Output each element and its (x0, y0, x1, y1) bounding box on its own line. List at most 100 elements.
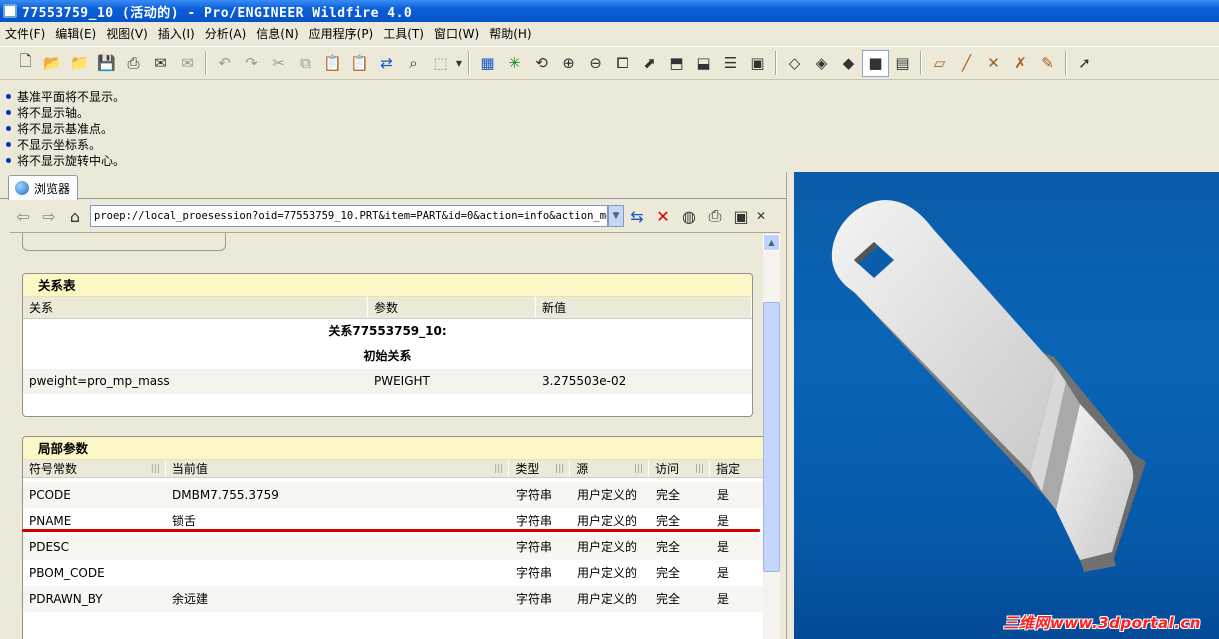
datum-axes-icon[interactable]: ╱ (953, 50, 980, 77)
table-row: PDRAWN_BY 余远建 字符串 用户定义的 完全 是 (23, 586, 774, 612)
dropdown-arrow-icon[interactable]: ▼ (454, 50, 464, 77)
menu-info[interactable]: 信息(N) (251, 23, 303, 45)
zoom-out-icon[interactable]: ⊖ (582, 50, 609, 77)
selection-filter-icon[interactable]: ⬚ (427, 50, 454, 77)
column-resize-icon[interactable]: ||| (634, 460, 643, 478)
no-hidden-icon[interactable]: ◆ (835, 50, 862, 77)
spin-center-icon[interactable]: ✳ (501, 50, 528, 77)
col-parameter[interactable]: 参数 (368, 297, 536, 318)
new-file-icon[interactable]: 🗋 (12, 50, 39, 77)
menu-analysis[interactable]: 分析(A) (200, 23, 252, 45)
col-relation[interactable]: 关系 (23, 297, 368, 318)
appearance-icon[interactable]: ▣ (744, 50, 771, 77)
menu-tools[interactable]: 工具(T) (378, 23, 429, 45)
parameter-cell: PWEIGHT (374, 374, 430, 388)
zoom-in-icon[interactable]: ⊕ (555, 50, 582, 77)
browser-navbar: ⇦ ⇨ ⌂ proep://local_proesession?oid=7755… (0, 200, 790, 232)
reorient-icon[interactable]: ⬈ (636, 50, 663, 77)
undo-icon[interactable]: ↶ (211, 50, 238, 77)
menu-window[interactable]: 窗口(W) (429, 23, 484, 45)
view-manager-icon[interactable]: ⬓ (690, 50, 717, 77)
table-row: PBOM_CODE 字符串 用户定义的 完全 是 (29, 566, 730, 580)
scroll-up-icon[interactable]: ▲ (763, 234, 780, 251)
cut-icon[interactable]: ✂ (265, 50, 292, 77)
copy-icon[interactable]: ⧉ (292, 50, 319, 77)
column-resize-icon[interactable]: ||| (151, 460, 160, 478)
print-icon[interactable]: ⎙ (120, 50, 147, 77)
annotations-icon[interactable]: ✎ (1034, 50, 1061, 77)
message-line: 将不显示轴。 (2, 104, 702, 120)
paste-special-icon[interactable]: 📋 (346, 50, 373, 77)
forward-arrow-icon[interactable]: ⇨ (36, 203, 62, 229)
shaded-edges-icon[interactable]: ▤ (889, 50, 916, 77)
params-body: PCODE DMBM7.755.3759 字符串 用户定义的 完全 是 PNAM… (23, 482, 774, 612)
message-area: 基准平面将不显示。 将不显示轴。 将不显示基准点。 不显示坐标系。 将不显示旋转… (2, 88, 702, 168)
regenerate-icon[interactable]: ⇄ (373, 50, 400, 77)
hidden-line-icon[interactable]: ◈ (808, 50, 835, 77)
home-icon[interactable]: ⌂ (62, 203, 88, 229)
browser-tabstrip: 浏览器 (0, 172, 790, 200)
window-title: 77553759_10 (活动的) - Pro/ENGINEER Wildfir… (22, 5, 413, 21)
orient-mode-icon[interactable]: ⟲ (528, 50, 555, 77)
bullet-icon (6, 109, 11, 115)
table-row: pweight=pro_mp_mass PWEIGHT 3.275503e-02 (23, 369, 752, 394)
browser-pane: 浏览器 ⇦ ⇨ ⌂ proep://local_proesession?oid=… (0, 172, 790, 639)
col-access[interactable]: 访问 ||| (649, 460, 711, 478)
datum-points-icon[interactable]: ✕ (980, 50, 1007, 77)
menu-applications[interactable]: 应用程序(P) (304, 23, 379, 45)
menu-edit[interactable]: 编辑(E) (50, 23, 101, 45)
back-arrow-icon[interactable]: ⇦ (10, 203, 36, 229)
title-bar: 77553759_10 (活动的) - Pro/ENGINEER Wildfir… (0, 0, 1219, 22)
menu-view[interactable]: 视图(V) (101, 23, 153, 45)
coordinate-systems-icon[interactable]: ✗ (1007, 50, 1034, 77)
url-input[interactable]: proep://local_proesession?oid=77553759_1… (90, 205, 608, 227)
menu-bar: 文件(F) 编辑(E) 视图(V) 插入(I) 分析(A) 信息(N) 应用程序… (0, 23, 1219, 45)
column-resize-icon[interactable]: ||| (494, 460, 503, 478)
layers-icon[interactable]: ☰ (717, 50, 744, 77)
col-symbol[interactable]: 符号常数 ||| (23, 460, 166, 477)
save-page-icon[interactable]: ▣ (728, 203, 754, 229)
pane-splitter[interactable] (786, 172, 794, 639)
saved-views-icon[interactable]: ⬒ (663, 50, 690, 77)
datum-planes-icon[interactable]: ▱ (926, 50, 953, 77)
open-folder-icon[interactable]: 📂 (39, 50, 66, 77)
redo-icon[interactable]: ↷ (238, 50, 265, 77)
context-help-icon[interactable]: ➚ (1071, 50, 1098, 77)
save-icon[interactable]: 💾 (93, 50, 120, 77)
bullet-icon (6, 93, 11, 99)
col-current-value[interactable]: 当前值 ||| (166, 460, 510, 477)
watermark: 三维网www.3dportal.cn (1003, 614, 1201, 632)
email-link-icon[interactable]: ✉ (174, 50, 201, 77)
refresh-icon[interactable]: ⇆ (624, 203, 650, 229)
collapsed-section (22, 233, 226, 251)
url-dropdown-icon[interactable]: ▼ (608, 205, 624, 227)
open-session-icon[interactable]: 📁 (66, 50, 93, 77)
menu-insert[interactable]: 插入(I) (153, 23, 200, 45)
menu-file[interactable]: 文件(F) (0, 23, 50, 45)
menu-help[interactable]: 帮助(H) (484, 23, 536, 45)
wireframe-icon[interactable]: ◇ (781, 50, 808, 77)
scroll-thumb[interactable] (763, 302, 780, 572)
value-cell: 3.275503e-02 (542, 374, 627, 388)
table-row: PDESC 字符串 用户定义的 完全 是 (23, 534, 774, 560)
refit-icon[interactable]: ⧠ (609, 50, 636, 77)
find-icon[interactable]: ⌕ (400, 50, 427, 77)
relations-subheading: 初始关系 (23, 344, 752, 369)
col-type[interactable]: 类型 ||| (509, 460, 571, 478)
stop-icon[interactable]: ✕ (650, 203, 676, 229)
email-icon[interactable]: ✉ (147, 50, 174, 77)
model-viewport[interactable]: 三维网www.3dportal.cn (794, 172, 1219, 639)
tab-browser[interactable]: 浏览器 (8, 175, 78, 200)
col-new-value[interactable]: 新值 (536, 297, 752, 318)
col-source[interactable]: 源 ||| (570, 460, 650, 478)
vertical-scrollbar[interactable]: ▲ (763, 234, 780, 639)
column-resize-icon[interactable]: ||| (695, 460, 704, 478)
close-browser-icon[interactable]: ✕ (754, 203, 768, 229)
paste-icon[interactable]: 📋 (319, 50, 346, 77)
shading-icon[interactable]: ■ (862, 49, 889, 77)
table-row: PCODE DMBM7.755.3759 字符串 用户定义的 完全 是 (23, 482, 774, 508)
redraw-icon[interactable]: ▦ (474, 50, 501, 77)
column-resize-icon[interactable]: ||| (555, 460, 564, 478)
print-page-icon[interactable]: ⎙ (702, 203, 728, 229)
history-icon[interactable]: ◍ (676, 203, 702, 229)
